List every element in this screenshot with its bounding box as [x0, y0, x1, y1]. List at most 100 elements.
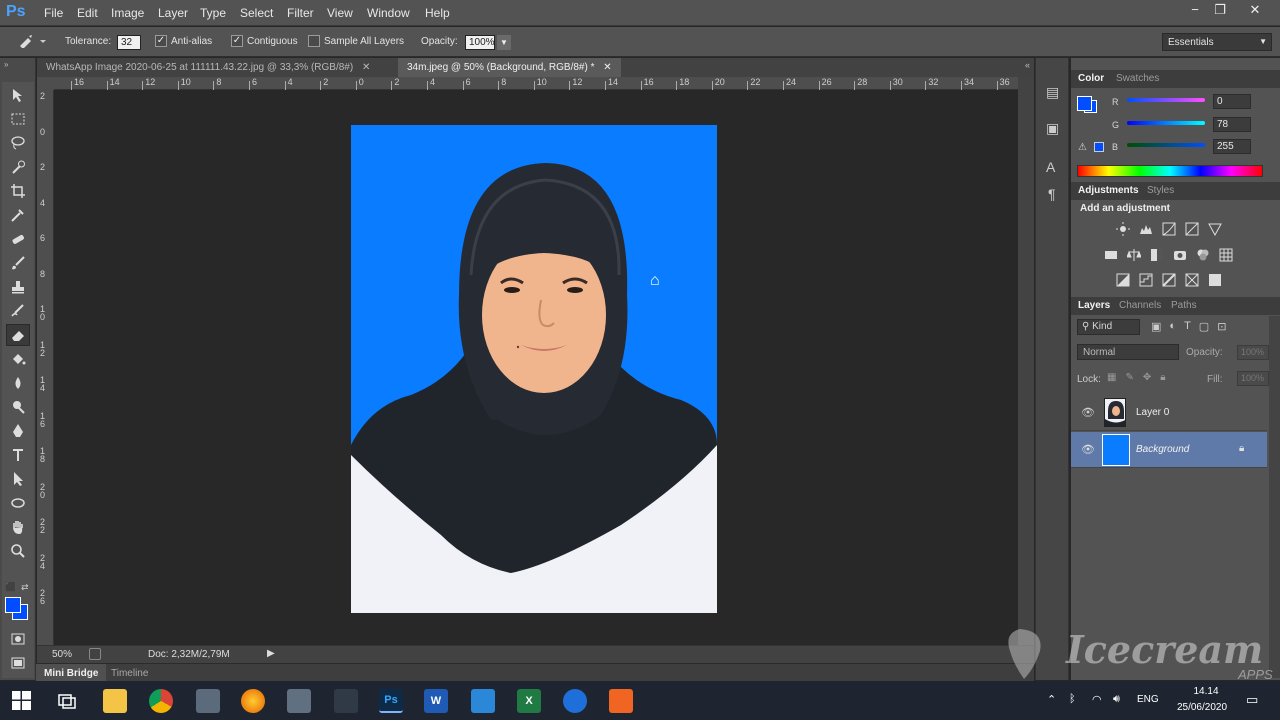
file-explorer-icon[interactable] — [103, 689, 127, 713]
tab-whatsapp-image[interactable]: WhatsApp Image 2020-06-25 at 111111.43.2… — [37, 58, 379, 77]
notifications-icon[interactable]: ▭ — [1246, 692, 1258, 708]
b-slider[interactable] — [1127, 143, 1205, 147]
brightness-contrast-icon[interactable] — [1115, 222, 1131, 236]
invert-icon[interactable] — [1115, 273, 1131, 287]
menu-view[interactable]: View — [327, 6, 353, 20]
tolerance-input[interactable]: 32 — [117, 35, 141, 50]
threshold-icon[interactable] — [1161, 273, 1177, 287]
r-value[interactable]: 0 — [1213, 94, 1251, 109]
hand-tool[interactable] — [6, 516, 30, 538]
tab-channels[interactable]: Channels — [1119, 300, 1161, 311]
gradient-map-icon[interactable] — [1184, 273, 1200, 287]
marquee-tool[interactable] — [6, 108, 30, 130]
tab-paths[interactable]: Paths — [1171, 300, 1197, 311]
tab-34m-jpeg[interactable]: 34m.jpeg @ 50% (Background, RGB/8#) * ✕ — [398, 58, 621, 77]
history-panel-icon[interactable]: ▤ — [1046, 84, 1059, 101]
photo-filter-icon[interactable] — [1172, 248, 1188, 262]
menu-help[interactable]: Help — [425, 6, 450, 20]
app-icon-4[interactable] — [471, 689, 495, 713]
bluetooth-tray-icon[interactable]: ᛒ — [1069, 693, 1076, 705]
document-canvas[interactable]: ⌂ — [351, 125, 717, 613]
vibrance-icon[interactable] — [1207, 222, 1223, 236]
fill-input[interactable]: 100% — [1237, 371, 1269, 386]
restore-button[interactable]: ❐ — [1209, 2, 1231, 18]
status-preview-icon[interactable] — [89, 648, 101, 660]
screen-mode-button[interactable] — [6, 652, 30, 674]
volume-icon[interactable]: 🔊︎ — [1113, 693, 1120, 706]
language-indicator[interactable]: ENG — [1137, 694, 1159, 705]
tool-preset-picker[interactable] — [18, 34, 46, 51]
app-icon-3[interactable] — [334, 689, 358, 713]
character-panel-icon[interactable]: A — [1046, 159, 1055, 175]
collapse-panel-icon[interactable]: » — [4, 60, 8, 69]
lock-pixels-icon[interactable]: ✎ — [1125, 372, 1133, 383]
history-brush-tool[interactable] — [6, 300, 30, 322]
layer-filter-select[interactable]: ⚲ Kind — [1077, 319, 1140, 335]
layer-row-layer-0[interactable]: 👁︎ Layer 0 — [1071, 395, 1267, 431]
visibility-eye-icon[interactable]: 👁︎ — [1081, 443, 1095, 456]
r-slider[interactable] — [1127, 98, 1205, 102]
move-tool[interactable] — [6, 84, 30, 106]
type-filter-icon[interactable]: T — [1184, 320, 1191, 333]
paint-bucket-tool[interactable] — [6, 348, 30, 370]
windows-start-icon[interactable] — [12, 691, 31, 710]
g-value[interactable]: 78 — [1213, 117, 1251, 132]
menu-image[interactable]: Image — [111, 6, 144, 20]
posterize-icon[interactable] — [1138, 273, 1154, 287]
black-white-icon[interactable] — [1149, 248, 1165, 262]
clone-stamp-tool[interactable] — [6, 276, 30, 298]
tab-styles[interactable]: Styles — [1147, 185, 1174, 196]
adjustment-filter-icon[interactable]: ◐ — [1169, 320, 1176, 333]
clock-date[interactable]: 25/06/2020 — [1170, 702, 1234, 713]
zoom-level[interactable]: 50% — [52, 649, 72, 660]
default-colors-icon[interactable]: ⬛ — [5, 582, 16, 593]
task-view-icon[interactable] — [55, 689, 79, 713]
bg-color-chip[interactable] — [1077, 96, 1092, 111]
contiguous-checkbox[interactable]: ✓ — [231, 35, 243, 47]
levels-icon[interactable] — [1138, 222, 1154, 236]
web-safe-chip[interactable] — [1094, 142, 1104, 152]
layer-opacity-input[interactable]: 100% — [1237, 345, 1269, 360]
blur-tool[interactable] — [6, 372, 30, 394]
pixel-filter-icon[interactable]: ▣ — [1151, 320, 1161, 333]
color-spectrum[interactable] — [1077, 165, 1263, 177]
magic-eraser-tool[interactable] — [6, 324, 30, 346]
anti-alias-checkbox[interactable]: ✓ — [155, 35, 167, 47]
workspace-switcher[interactable]: Essentials ▼ — [1162, 33, 1272, 51]
layer-name[interactable]: Background — [1136, 444, 1189, 455]
shape-filter-icon[interactable]: ▢ — [1199, 320, 1209, 333]
menu-file[interactable]: File — [44, 6, 63, 20]
visibility-eye-icon[interactable]: 👁︎ — [1081, 406, 1095, 419]
menu-type[interactable]: Type — [200, 6, 226, 20]
opacity-dropdown-button[interactable]: ▼ — [497, 35, 511, 50]
layer-row-background[interactable]: 👁︎ Background 🔒︎ — [1071, 432, 1267, 468]
icecream-recorder-icon[interactable] — [609, 689, 633, 713]
panel-collapse-icon[interactable]: « — [1025, 60, 1030, 70]
clock-time[interactable]: 14.14 — [1184, 686, 1228, 697]
lasso-tool[interactable] — [6, 132, 30, 154]
show-hidden-icons[interactable]: ⌃ — [1047, 693, 1056, 706]
photoshop-taskbar-icon[interactable]: Ps — [379, 689, 403, 713]
menu-layer[interactable]: Layer — [158, 6, 188, 20]
vertical-scrollbar[interactable] — [1018, 77, 1034, 645]
pen-tool[interactable] — [6, 420, 30, 442]
menu-window[interactable]: Window — [367, 6, 410, 20]
brush-tool[interactable] — [6, 252, 30, 274]
exposure-icon[interactable] — [1184, 222, 1200, 236]
channel-mixer-icon[interactable] — [1195, 248, 1211, 262]
quick-selection-tool[interactable] — [6, 156, 30, 178]
swap-colors-icon[interactable]: ⇄ — [21, 582, 29, 593]
chrome-icon[interactable] — [149, 689, 173, 713]
menu-select[interactable]: Select — [240, 6, 273, 20]
path-selection-tool[interactable] — [6, 468, 30, 490]
lock-transparency-icon[interactable]: ▦ — [1107, 372, 1116, 383]
tab-color[interactable]: Color — [1078, 73, 1104, 84]
type-tool[interactable] — [6, 444, 30, 466]
lock-all-icon[interactable]: 🔒︎ — [1160, 372, 1165, 383]
eyedropper-tool[interactable] — [6, 204, 30, 226]
curves-icon[interactable] — [1161, 222, 1177, 236]
tab-close-icon[interactable]: ✕ — [362, 62, 370, 73]
selective-color-icon[interactable] — [1207, 273, 1223, 287]
app-icon-2[interactable] — [287, 689, 311, 713]
menu-filter[interactable]: Filter — [287, 6, 314, 20]
